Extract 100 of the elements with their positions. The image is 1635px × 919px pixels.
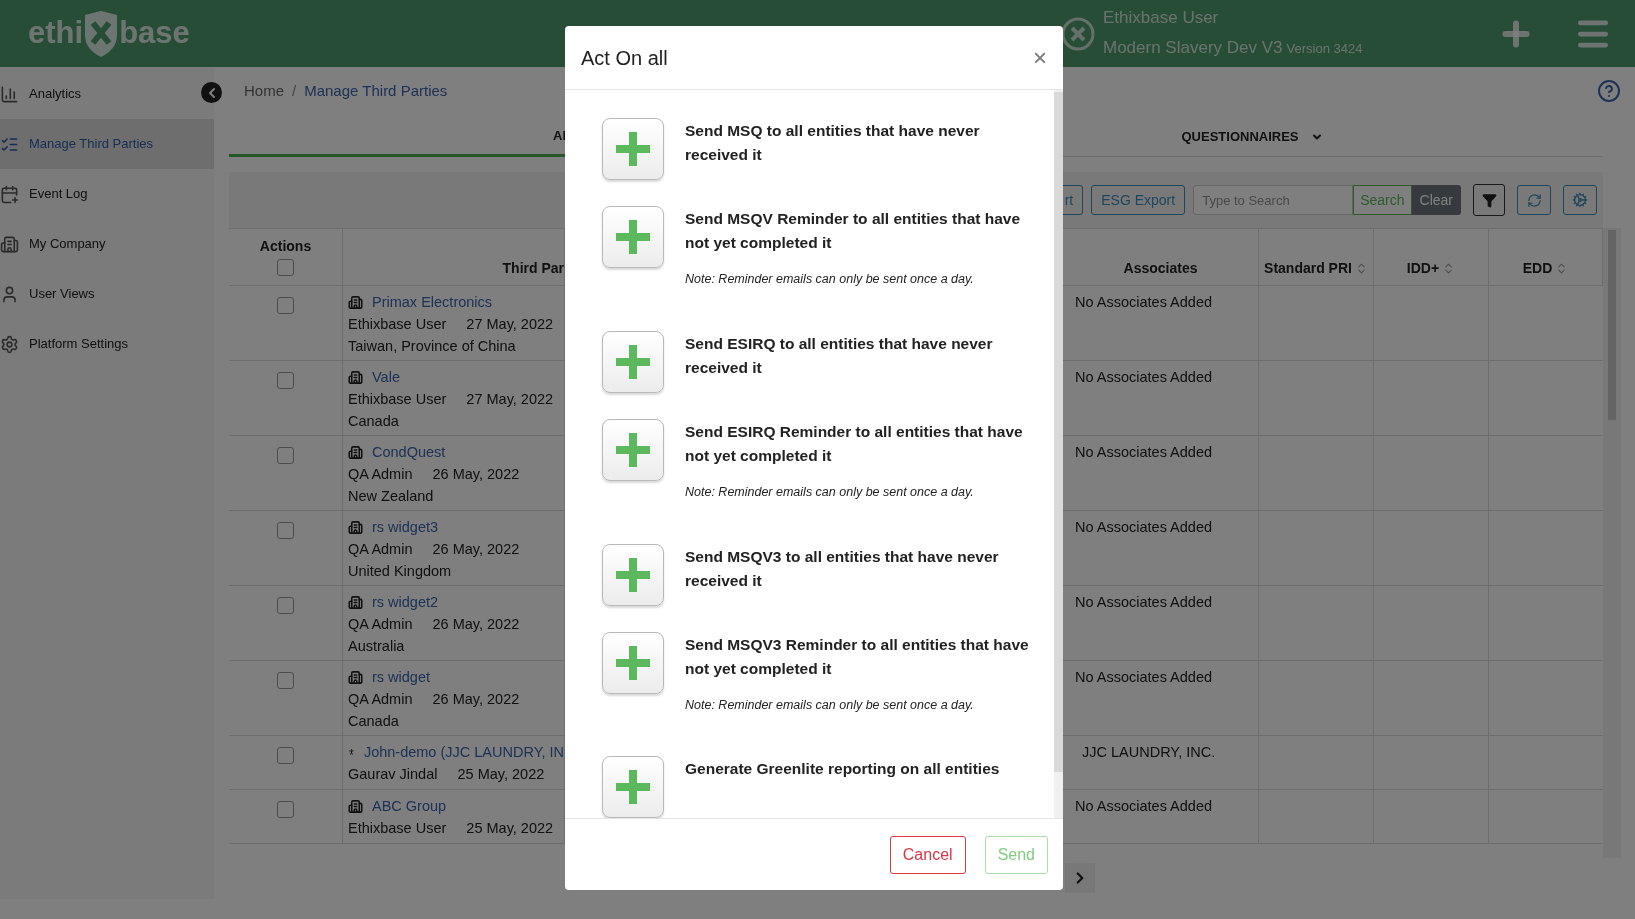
- logo-text: ethi: [28, 14, 84, 53]
- add-button[interactable]: [602, 756, 664, 818]
- add-button[interactable]: [602, 418, 664, 481]
- refresh-icon: [1526, 192, 1542, 208]
- created-date: 27 May, 2022: [466, 315, 554, 334]
- refresh-button[interactable]: [1517, 185, 1551, 215]
- add-button[interactable]: [602, 118, 664, 180]
- shield-logo-icon: [83, 10, 120, 57]
- created-date: 26 May, 2022: [432, 615, 520, 634]
- add-button[interactable]: [602, 631, 664, 694]
- plus-icon: [616, 132, 650, 166]
- entity-link[interactable]: rs widget2: [372, 591, 439, 613]
- associates-cell: No Associates Added: [1075, 798, 1213, 814]
- user-icon: [0, 284, 19, 304]
- scrollbar[interactable]: [1603, 228, 1621, 858]
- add-button[interactable]: [602, 330, 664, 393]
- org-name: Modern Slavery Dev V3: [1103, 37, 1283, 59]
- checkbox[interactable]: [277, 372, 294, 389]
- breadcrumb-separator: /: [292, 80, 297, 101]
- entity-link[interactable]: rs widget: [372, 666, 431, 688]
- country: Taiwan, Province of China: [348, 338, 516, 354]
- created-by: QA Admin: [348, 540, 413, 559]
- breadcrumb-link[interactable]: Home: [244, 79, 284, 103]
- action-note: Note: Reminder emails can only be sent once a day.: [685, 696, 975, 714]
- created-by: QA Admin: [348, 690, 413, 709]
- entity-link[interactable]: ABC Group: [372, 795, 447, 817]
- checkbox[interactable]: [277, 297, 294, 314]
- entity-link[interactable]: rs widget3: [372, 516, 439, 538]
- created-date: 26 May, 2022: [432, 690, 520, 709]
- created-date: 27 May, 2022: [466, 390, 554, 409]
- action-note: Note: Reminder emails can only be sent once a day.: [685, 271, 975, 288]
- action-label: Send ESIRQ Reminder to all entities that have not yet completed it: [685, 421, 1024, 466]
- associates-cell: No Associates Added: [1075, 594, 1213, 610]
- column-header: EDD: [1522, 258, 1569, 279]
- country: Canada: [348, 413, 399, 429]
- associates-cell: No Associates Added: [1075, 519, 1213, 535]
- associates-cell: No Associates Added: [1075, 444, 1213, 460]
- action-label: Send MSQV3 Reminder to all entities that have not yet completed it: [685, 634, 1030, 679]
- country: New Zealand: [348, 488, 434, 504]
- collapse-button[interactable]: [201, 82, 222, 103]
- sidebar-item[interactable]: Analytics: [0, 69, 214, 119]
- scrollbar[interactable]: [1054, 90, 1063, 818]
- checkbox[interactable]: [277, 522, 294, 539]
- next-page-button[interactable]: [1065, 863, 1095, 893]
- created-date: 25 May, 2022: [457, 765, 545, 784]
- action-note: Note: Reminder emails can only be sent once a day.: [685, 483, 975, 501]
- checkbox[interactable]: [277, 597, 294, 614]
- sidebar-item[interactable]: My Company: [0, 219, 214, 269]
- search-button[interactable]: Search: [1353, 185, 1412, 215]
- building-icon: [348, 594, 363, 610]
- plus-icon: [616, 344, 650, 379]
- close-button[interactable]: ×: [1033, 45, 1047, 70]
- created-date: 25 May, 2022: [466, 819, 554, 838]
- building-icon: [348, 369, 363, 385]
- cancel-button[interactable]: Cancel: [889, 835, 966, 874]
- version-label: Version 3424: [1286, 40, 1363, 58]
- checkbox[interactable]: [277, 747, 294, 764]
- building-icon: [348, 798, 363, 814]
- sidebar-item[interactable]: Manage Third Parties: [0, 119, 214, 169]
- help-icon[interactable]: [1597, 79, 1621, 103]
- checkbox[interactable]: [277, 672, 294, 689]
- settings-button[interactable]: [1563, 185, 1597, 215]
- created-by: QA Admin: [348, 615, 413, 634]
- associates-cell: No Associates Added: [1075, 669, 1213, 685]
- gear-icon: [0, 334, 19, 354]
- checkbox[interactable]: [277, 447, 294, 464]
- created-date: 26 May, 2022: [432, 465, 520, 484]
- created-by: Gaurav Jindal: [348, 765, 438, 784]
- created-date: 26 May, 2022: [432, 540, 520, 559]
- building-icon: [0, 234, 19, 254]
- column-header: IDD+: [1406, 258, 1456, 279]
- associates-cell: No Associates Added: [1075, 294, 1213, 310]
- checkbox[interactable]: [277, 801, 294, 818]
- column-header: Third Par: [502, 259, 564, 278]
- entity-link[interactable]: Primax Electronics: [372, 291, 493, 313]
- filter-button[interactable]: [1473, 184, 1505, 216]
- plus-icon: [616, 770, 650, 805]
- column-header: Standard PRI: [1264, 258, 1368, 279]
- associates-cell-text: JJC LAUNDRY, INC.: [1081, 744, 1216, 760]
- user-name: Ethixbase User: [1103, 7, 1220, 29]
- breadcrumb-link[interactable]: Manage Third Parties: [304, 79, 448, 103]
- add-button[interactable]: [602, 206, 664, 268]
- building-icon: [348, 444, 363, 460]
- country: Australia: [348, 638, 405, 654]
- checkbox[interactable]: [277, 259, 294, 276]
- entity-link[interactable]: Vale: [372, 366, 400, 388]
- associates-cell: No Associates Added: [1075, 369, 1213, 385]
- sidebar-item[interactable]: Event Log: [0, 169, 214, 219]
- action-label: Send ESIRQ to all entities that have never received it: [685, 333, 994, 378]
- entity-link[interactable]: CondQuest: [372, 441, 446, 463]
- column-header: Actions: [259, 237, 312, 256]
- add-button[interactable]: [602, 543, 664, 606]
- plus-icon: [616, 432, 650, 467]
- sidebar-item[interactable]: User Views: [0, 269, 214, 319]
- entity-link[interactable]: John-demo (JJC LAUNDRY, IN: [363, 741, 564, 763]
- clear-button[interactable]: Clear: [1411, 185, 1461, 215]
- sidebar-item[interactable]: Platform Settings: [0, 319, 214, 369]
- bar-chart-icon: [0, 84, 19, 104]
- toolbar-button[interactable]: ESG Export: [1091, 185, 1186, 215]
- action-label: Send MSQV Reminder to all entities that have not yet completed it: [685, 209, 1022, 253]
